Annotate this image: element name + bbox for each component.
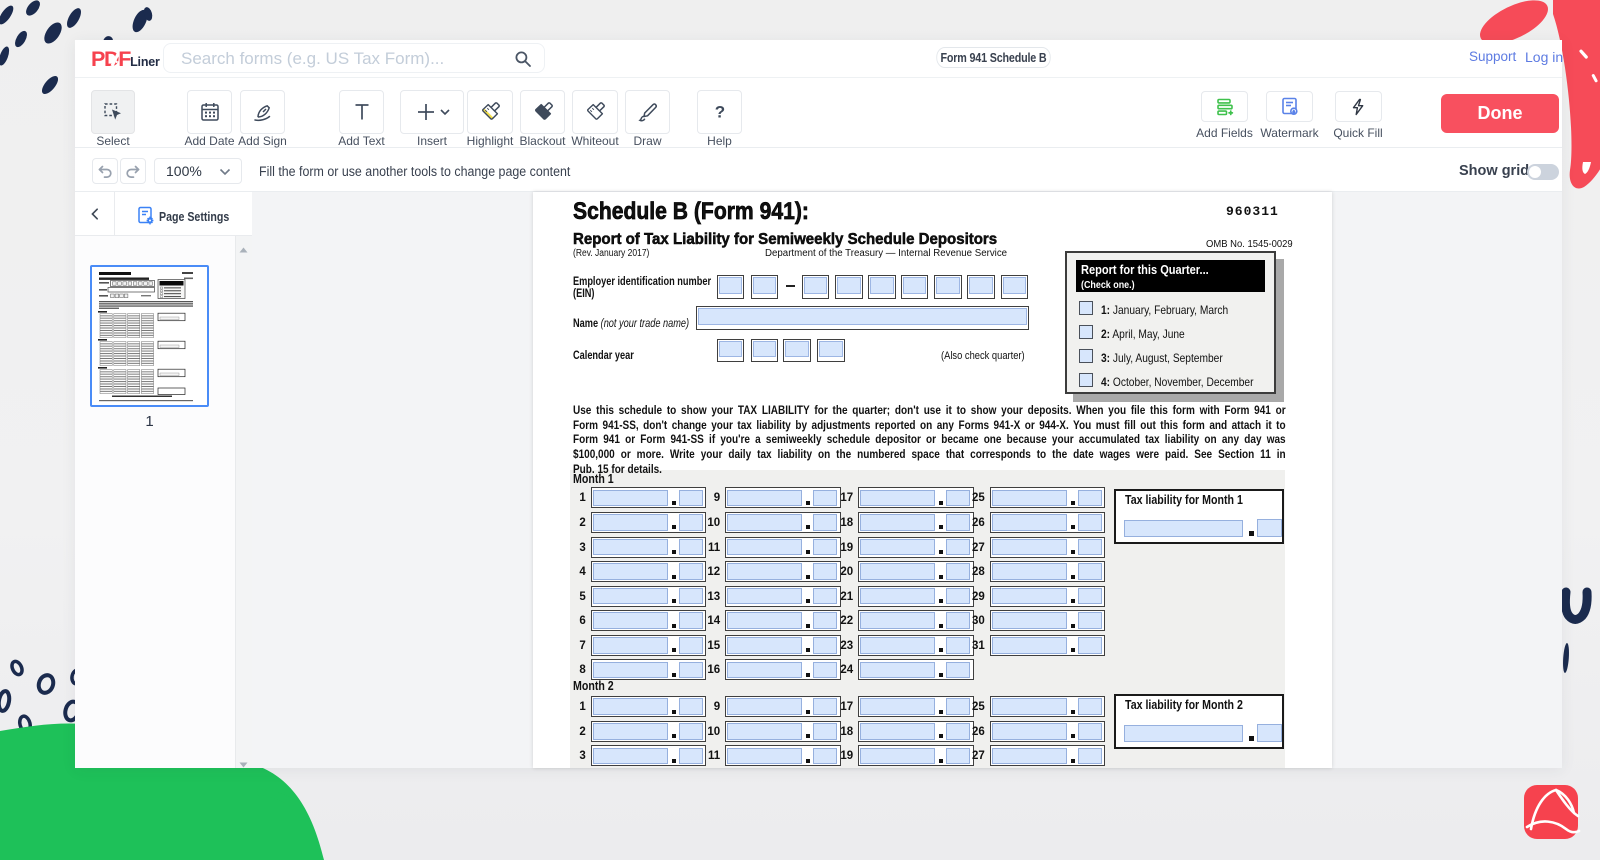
svg-text:?: ? (714, 103, 724, 122)
